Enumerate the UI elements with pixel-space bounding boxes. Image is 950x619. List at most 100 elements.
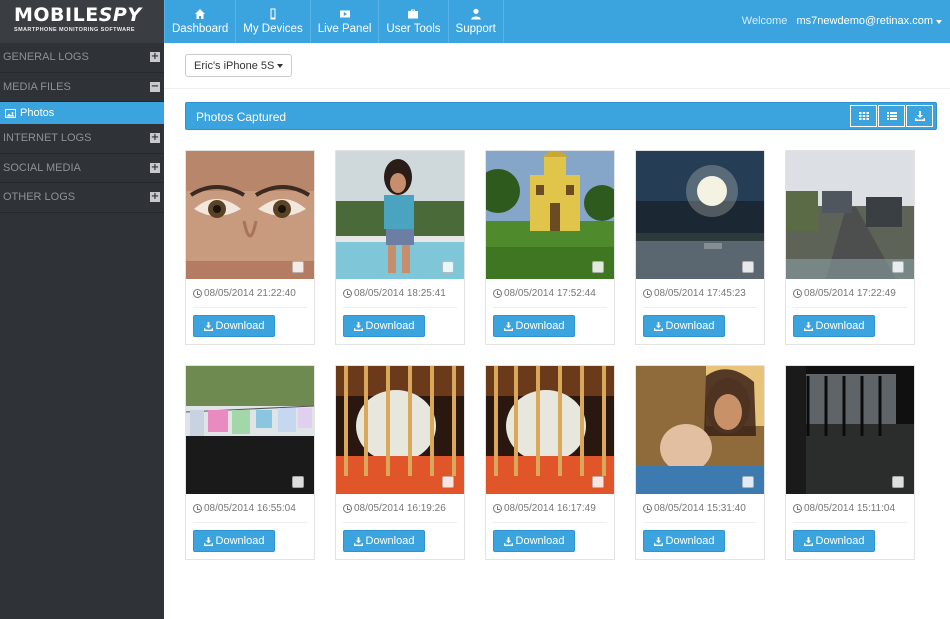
divider [643, 522, 757, 523]
user-menu[interactable]: ms7newdemo@retinax.com [796, 15, 942, 27]
welcome-text: Welcome [741, 15, 788, 27]
nav-live-panel[interactable]: Live Panel [311, 0, 380, 43]
divider [493, 522, 607, 523]
download-label: Download [665, 535, 715, 547]
photo-thumbnail[interactable] [186, 151, 314, 279]
clock-icon [493, 504, 502, 513]
device-select-label: Eric's iPhone 5S [194, 59, 275, 72]
timestamp-text: 08/05/2014 16:55:04 [204, 503, 296, 514]
download-button[interactable]: Download [643, 315, 725, 337]
photo-thumbnail[interactable] [486, 366, 614, 494]
photo-timestamp: 08/05/2014 16:17:49 [493, 503, 596, 514]
clock-icon [793, 289, 802, 298]
photo-image [636, 151, 764, 279]
clock-icon [193, 289, 202, 298]
download-button[interactable]: Download [793, 530, 875, 552]
select-checkbox[interactable] [892, 476, 904, 488]
download-icon [203, 536, 213, 546]
sidebar-item-label: OTHER LOGS [3, 191, 76, 204]
photo-card: 08/05/2014 16:17:49 Download [485, 365, 615, 560]
download-button[interactable]: Download [643, 530, 725, 552]
select-checkbox[interactable] [592, 261, 604, 273]
nav-dashboard[interactable]: Dashboard [164, 0, 237, 43]
photo-timestamp: 08/05/2014 16:55:04 [193, 503, 296, 514]
photo-thumbnail[interactable] [636, 151, 764, 279]
phone-icon [270, 8, 276, 20]
download-label: Download [515, 320, 565, 332]
divider [493, 307, 607, 308]
download-button[interactable]: Download [793, 315, 875, 337]
select-checkbox[interactable] [442, 476, 454, 488]
download-icon [803, 536, 813, 546]
user-email: ms7newdemo@retinax.com [796, 15, 934, 27]
select-checkbox[interactable] [292, 261, 304, 273]
list-view-button[interactable] [878, 105, 905, 127]
nav-support[interactable]: Support [449, 0, 504, 43]
select-checkbox[interactable] [742, 476, 754, 488]
sidebar-subitem-photos[interactable]: Photos [0, 102, 164, 124]
timestamp-text: 08/05/2014 15:11:04 [804, 503, 896, 514]
download-button[interactable]: Download [343, 315, 425, 337]
select-checkbox[interactable] [442, 261, 454, 273]
photo-thumbnail[interactable] [186, 366, 314, 494]
timestamp-text: 08/05/2014 16:17:49 [504, 503, 596, 514]
select-checkbox[interactable] [892, 261, 904, 273]
photo-image [786, 366, 914, 494]
sidebar-item-general-logs[interactable]: GENERAL LOGS + [0, 43, 164, 73]
timestamp-text: 08/05/2014 18:25:41 [354, 288, 446, 299]
download-button[interactable]: Download [343, 530, 425, 552]
photo-timestamp: 08/05/2014 15:31:40 [643, 503, 746, 514]
grid-view-button[interactable] [850, 105, 877, 127]
expand-icon: + [150, 132, 160, 144]
photo-thumbnail[interactable] [786, 366, 914, 494]
download-icon [653, 321, 663, 331]
clock-icon [643, 504, 652, 513]
device-select[interactable]: Eric's iPhone 5S [185, 54, 293, 77]
clock-icon [493, 289, 502, 298]
download-button[interactable]: Download [193, 530, 275, 552]
photo-timestamp: 08/05/2014 15:11:04 [793, 503, 895, 514]
sidebar-item-media-files[interactable]: MEDIA FILES − [0, 73, 164, 102]
divider [343, 307, 457, 308]
briefcase-icon [408, 9, 419, 19]
photo-thumbnail[interactable] [636, 366, 764, 494]
photo-card: 08/05/2014 16:19:26 Download [335, 365, 465, 560]
sidebar-item-social-media[interactable]: SOCIAL MEDIA + [0, 154, 164, 183]
download-label: Download [365, 320, 415, 332]
download-icon [353, 321, 363, 331]
download-icon [803, 321, 813, 331]
photo-card: 08/05/2014 17:22:49 Download [785, 150, 915, 345]
photo-timestamp: 08/05/2014 18:25:41 [343, 288, 446, 299]
nav-my-devices[interactable]: My Devices [236, 0, 311, 43]
view-tools [849, 105, 933, 127]
photo-thumbnail[interactable] [336, 366, 464, 494]
select-checkbox[interactable] [592, 476, 604, 488]
chevron-down-icon [936, 20, 942, 24]
panel-title: Photos Captured [196, 110, 287, 124]
sidebar-item-other-logs[interactable]: OTHER LOGS + [0, 183, 164, 213]
home-icon [195, 9, 206, 19]
download-all-button[interactable] [906, 105, 933, 127]
sidebar-item-internet-logs[interactable]: INTERNET LOGS + [0, 124, 164, 154]
select-checkbox[interactable] [292, 476, 304, 488]
download-icon [503, 536, 513, 546]
photo-image [786, 151, 914, 279]
photo-image [486, 151, 614, 279]
photo-timestamp: 08/05/2014 17:22:49 [793, 288, 896, 299]
select-checkbox[interactable] [742, 261, 754, 273]
photo-thumbnail[interactable] [786, 151, 914, 279]
clock-icon [343, 289, 352, 298]
main-content: Eric's iPhone 5S Photos Captured 08/05/2… [164, 43, 950, 619]
timestamp-text: 08/05/2014 17:45:23 [654, 288, 746, 299]
photo-thumbnail[interactable] [486, 151, 614, 279]
download-label: Download [215, 535, 265, 547]
nav-user-tools[interactable]: User Tools [379, 0, 449, 43]
expand-icon: + [150, 191, 160, 203]
logo[interactable]: MOBILESPY SMARTPHONE MONITORING SOFTWARE [0, 0, 164, 43]
sidebar-item-label: GENERAL LOGS [3, 51, 89, 64]
timestamp-text: 08/05/2014 21:22:40 [204, 288, 296, 299]
download-button[interactable]: Download [193, 315, 275, 337]
photo-thumbnail[interactable] [336, 151, 464, 279]
download-button[interactable]: Download [493, 530, 575, 552]
download-button[interactable]: Download [493, 315, 575, 337]
